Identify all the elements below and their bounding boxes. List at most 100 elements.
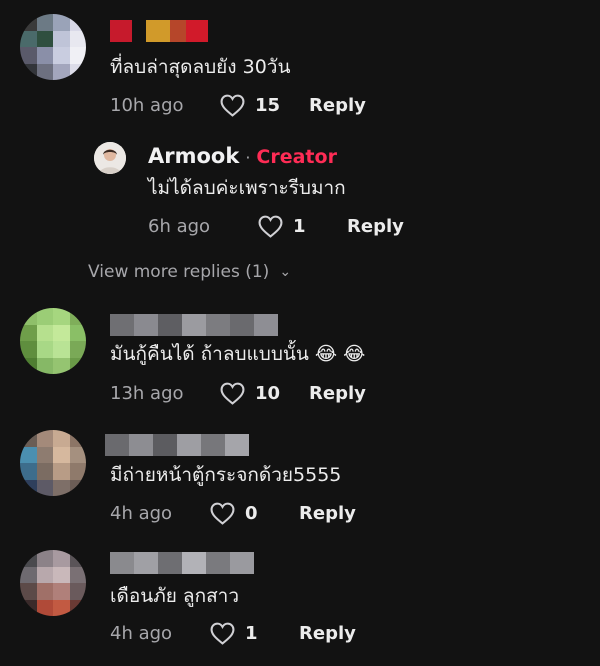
name-mosaic-tile bbox=[158, 314, 182, 336]
avatar-pixelated-image bbox=[20, 14, 86, 80]
name-mosaic-tile bbox=[110, 20, 132, 42]
name-mosaic-tile bbox=[225, 434, 249, 456]
avatar-mosaic-tile bbox=[36, 566, 53, 583]
reply-button[interactable]: Reply bbox=[347, 216, 404, 237]
view-more-label: View more replies (1) bbox=[88, 262, 270, 282]
name-mosaic-tile bbox=[110, 552, 134, 574]
name-mosaic-tile bbox=[110, 314, 134, 336]
view-more-replies[interactable]: View more replies (1) ⌄ bbox=[88, 262, 291, 282]
username-redacted[interactable] bbox=[110, 552, 254, 574]
heart-icon bbox=[220, 94, 245, 117]
timestamp: 13h ago bbox=[110, 383, 184, 404]
avatar-mosaic-tile bbox=[36, 47, 53, 64]
avatar-mosaic-tile bbox=[36, 479, 53, 496]
avatar-mosaic-tile bbox=[53, 583, 70, 600]
reply-meta: 6h ago 1 Reply bbox=[148, 215, 404, 238]
avatar-mosaic-tile bbox=[69, 446, 86, 463]
avatar-mosaic-tile bbox=[69, 463, 86, 480]
avatar-mosaic-tile bbox=[69, 479, 86, 496]
avatar-mosaic-tile bbox=[69, 566, 86, 583]
like-button[interactable]: 1 bbox=[210, 622, 279, 645]
avatar-mosaic-tile bbox=[53, 14, 70, 31]
like-count: 1 bbox=[245, 623, 258, 644]
avatar-mosaic-tile bbox=[20, 63, 37, 80]
creator-badge: Creator bbox=[256, 146, 337, 168]
avatar-mosaic-tile bbox=[20, 446, 37, 463]
avatar-mosaic-tile bbox=[20, 357, 37, 374]
timestamp: 10h ago bbox=[110, 95, 184, 116]
creator-avatar-image bbox=[94, 142, 126, 174]
heart-icon bbox=[220, 382, 245, 405]
name-mosaic-tile bbox=[254, 314, 278, 336]
heart-icon bbox=[258, 215, 283, 238]
avatar-mosaic-tile bbox=[20, 583, 37, 600]
heart-icon bbox=[210, 502, 235, 525]
comment-text: มีถ่ายหน้าตู้กระจกด้วย5555 bbox=[110, 464, 342, 486]
username-redacted[interactable] bbox=[110, 314, 278, 336]
name-mosaic-tile bbox=[146, 20, 170, 42]
name-mosaic-tile bbox=[206, 552, 230, 574]
timestamp: 4h ago bbox=[110, 623, 173, 644]
avatar-mosaic-tile bbox=[20, 479, 37, 496]
like-button[interactable]: 0 bbox=[210, 502, 279, 525]
username-redacted[interactable] bbox=[110, 20, 208, 42]
avatar-mosaic-tile bbox=[69, 430, 86, 447]
avatar[interactable] bbox=[20, 430, 86, 496]
avatar-mosaic-tile bbox=[36, 599, 53, 616]
avatar-mosaic-tile bbox=[53, 324, 70, 341]
avatar-mosaic-tile bbox=[20, 47, 37, 64]
avatar-mosaic-tile bbox=[20, 308, 37, 325]
avatar[interactable] bbox=[20, 14, 86, 80]
avatar-mosaic-tile bbox=[20, 324, 37, 341]
avatar-mosaic-tile bbox=[53, 566, 70, 583]
avatar-mosaic-tile bbox=[36, 357, 53, 374]
comment-meta: 4h ago 1 Reply bbox=[110, 622, 356, 645]
like-button[interactable]: 10 bbox=[220, 382, 289, 405]
avatar-pixelated-image bbox=[20, 308, 86, 374]
avatar-mosaic-tile bbox=[20, 30, 37, 47]
heart-icon bbox=[210, 622, 235, 645]
name-mosaic-tile bbox=[134, 314, 158, 336]
name-mosaic-tile bbox=[153, 434, 177, 456]
separator-dot: · bbox=[245, 148, 251, 167]
avatar-mosaic-tile bbox=[20, 341, 37, 358]
avatar[interactable] bbox=[20, 308, 86, 374]
avatar-mosaic-tile bbox=[36, 14, 53, 31]
reply-button[interactable]: Reply bbox=[299, 503, 356, 524]
avatar-mosaic-tile bbox=[53, 479, 70, 496]
avatar-mosaic-tile bbox=[69, 47, 86, 64]
avatar-mosaic-tile bbox=[53, 430, 70, 447]
name-mosaic-tile bbox=[105, 434, 129, 456]
name-mosaic-tile bbox=[170, 20, 186, 42]
avatar-mosaic-tile bbox=[69, 14, 86, 31]
avatar-mosaic-tile bbox=[36, 324, 53, 341]
like-button[interactable]: 1 bbox=[258, 215, 327, 238]
avatar[interactable] bbox=[20, 550, 86, 616]
comment-meta: 4h ago 0 Reply bbox=[110, 502, 356, 525]
like-button[interactable]: 15 bbox=[220, 94, 289, 117]
avatar-mosaic-tile bbox=[36, 30, 53, 47]
username-redacted[interactable] bbox=[105, 434, 249, 456]
reply-button[interactable]: Reply bbox=[309, 95, 366, 116]
creator-header: Armook · Creator bbox=[148, 144, 337, 168]
avatar-mosaic-tile bbox=[69, 30, 86, 47]
avatar-mosaic-tile bbox=[20, 14, 37, 31]
name-mosaic-tile bbox=[230, 552, 254, 574]
reply-button[interactable]: Reply bbox=[309, 383, 366, 404]
creator-avatar[interactable] bbox=[94, 142, 126, 174]
avatar-mosaic-tile bbox=[53, 357, 70, 374]
avatar-mosaic-tile bbox=[20, 550, 37, 567]
comment-meta: 13h ago 10 Reply bbox=[110, 382, 366, 405]
avatar-mosaic-tile bbox=[53, 446, 70, 463]
like-count: 0 bbox=[245, 503, 258, 524]
avatar-mosaic-tile bbox=[36, 341, 53, 358]
comment-meta: 10h ago 15 Reply bbox=[110, 94, 366, 117]
creator-username[interactable]: Armook bbox=[148, 144, 239, 168]
name-mosaic-tile bbox=[201, 434, 225, 456]
timestamp: 4h ago bbox=[110, 503, 173, 524]
comment-text: มันกู้คืนได้ ถ้าลบแบบนั้น 😂 😂 bbox=[110, 343, 366, 365]
like-count: 10 bbox=[255, 383, 281, 404]
reply-button[interactable]: Reply bbox=[299, 623, 356, 644]
reply-text: ไม่ได้ลบค่ะเพราะรีบมาก bbox=[148, 177, 346, 199]
avatar-mosaic-tile bbox=[53, 550, 70, 567]
